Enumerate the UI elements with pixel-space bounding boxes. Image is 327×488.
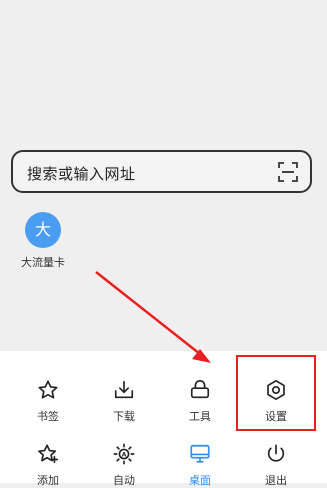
menu-item-add[interactable]: 添加 xyxy=(18,443,78,488)
highlight-box xyxy=(236,355,316,431)
star-icon xyxy=(38,380,58,399)
star-plus-icon xyxy=(38,444,58,464)
search-placeholder: 搜索或输入网址 xyxy=(27,165,136,183)
download-icon xyxy=(114,380,134,399)
desktop-icon xyxy=(190,444,210,463)
svg-text:A: A xyxy=(122,451,127,458)
menu-item-tools[interactable]: 工具 xyxy=(170,379,230,424)
menu-label: 桌面 xyxy=(189,474,211,487)
search-bar[interactable]: 搜索或输入网址 xyxy=(11,150,312,193)
menu-item-exit[interactable]: 退出 xyxy=(246,443,306,488)
menu-label: 自动 xyxy=(113,474,135,487)
menu-label: 工具 xyxy=(189,410,211,423)
shortcut-label: 大流量卡 xyxy=(21,256,65,269)
menu-item-downloads[interactable]: 下载 xyxy=(94,379,154,424)
shortcut-avatar: 大 xyxy=(25,212,61,248)
menu-item-bookmarks[interactable]: 书签 xyxy=(18,379,78,424)
toolbox-icon xyxy=(190,380,210,399)
scan-icon[interactable] xyxy=(278,162,298,182)
power-icon xyxy=(267,444,285,462)
menu-label: 书签 xyxy=(37,410,59,423)
menu-label: 下载 xyxy=(113,410,135,423)
menu-label: 添加 xyxy=(37,474,59,487)
shortcut-item[interactable]: 大 大流量卡 xyxy=(18,212,68,270)
menu-item-desktop[interactable]: 桌面 xyxy=(170,443,230,488)
auto-brightness-icon: A xyxy=(113,443,135,465)
menu-item-auto[interactable]: A 自动 xyxy=(94,443,154,488)
menu-label: 退出 xyxy=(265,474,287,487)
